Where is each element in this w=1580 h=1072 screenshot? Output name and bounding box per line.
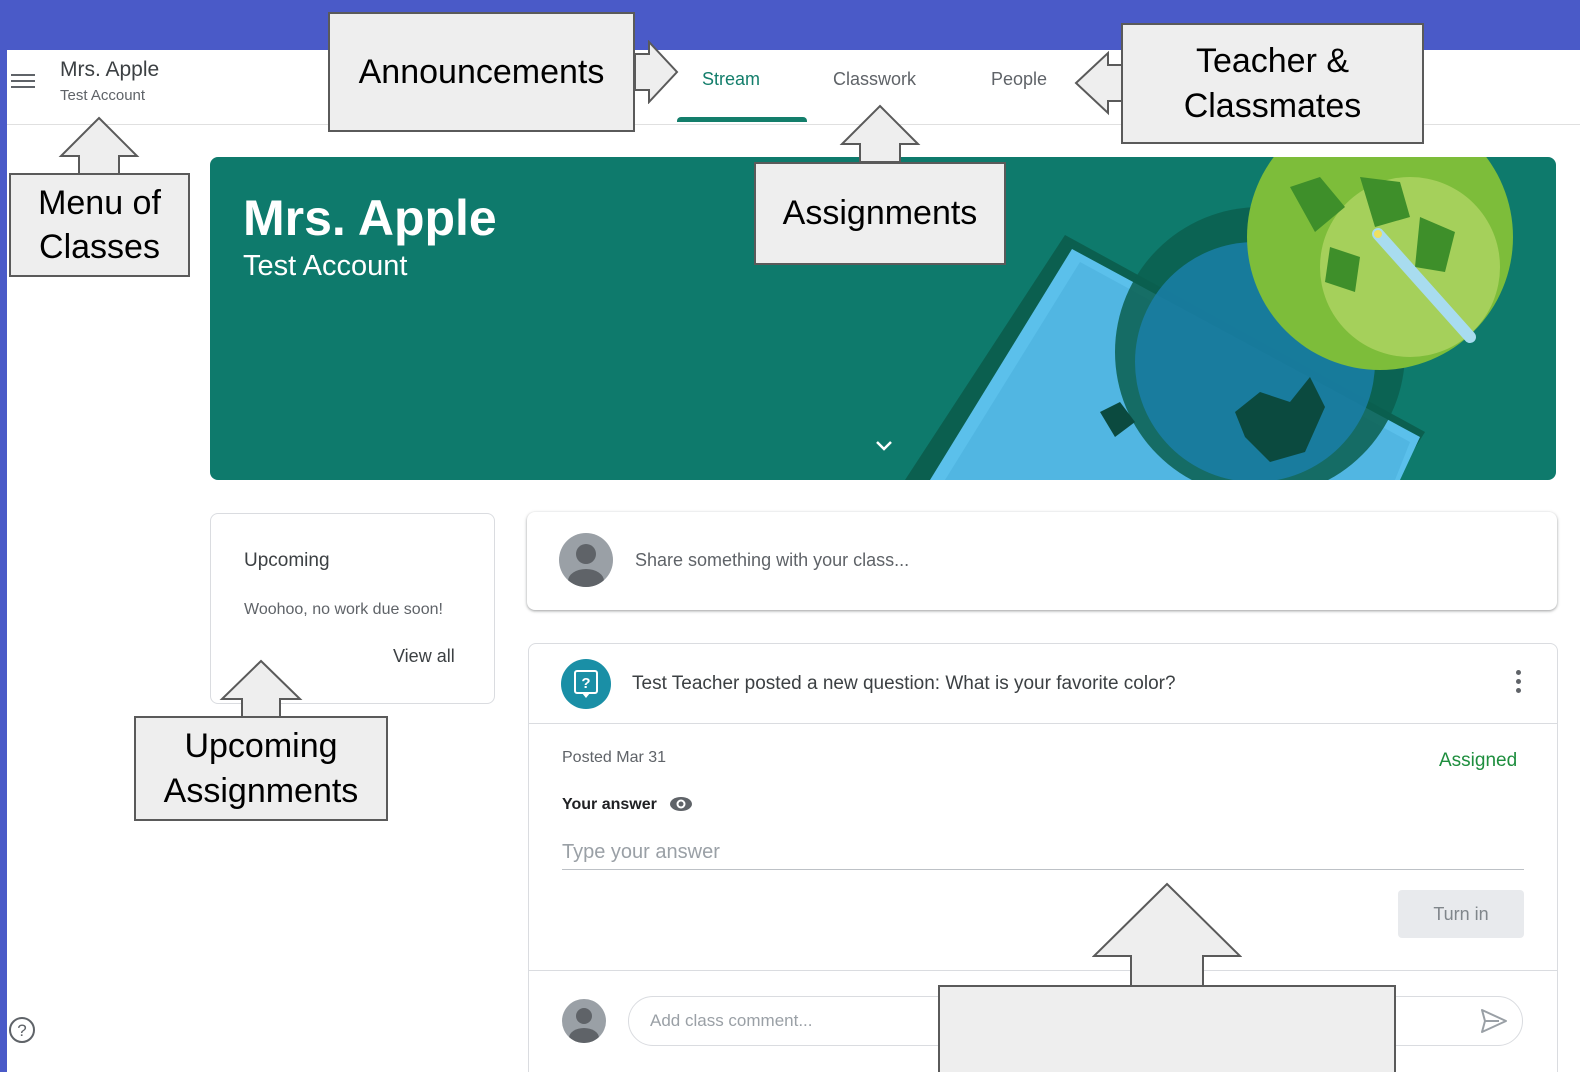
callout-blank	[938, 985, 1396, 1072]
callout-arrow-up	[58, 116, 140, 175]
upcoming-message: Woohoo, no work due soon!	[244, 601, 443, 618]
callout-upcoming-assignments: Upcoming Assignments	[134, 716, 388, 821]
callout-announcements: Announcements	[328, 12, 635, 132]
banner-subtitle: Test Account	[243, 250, 408, 282]
question-icon: ?	[561, 659, 611, 709]
tab-classwork[interactable]: Classwork	[833, 69, 916, 90]
send-icon[interactable]	[1479, 1007, 1509, 1035]
help-icon[interactable]: ?	[8, 1016, 36, 1044]
share-placeholder[interactable]: Share something with your class...	[635, 550, 909, 571]
more-vert-icon[interactable]	[1514, 670, 1524, 698]
turn-in-button[interactable]: Turn in	[1398, 890, 1524, 938]
callout-arrow-up	[839, 104, 921, 163]
view-all-link[interactable]: View all	[393, 646, 455, 667]
callout-arrow-up	[219, 659, 303, 718]
eye-icon	[670, 797, 692, 811]
answer-input[interactable]	[562, 836, 1524, 870]
callout-menu-of-classes: Menu of Classes	[9, 173, 190, 277]
callout-teacher-classmates: Teacher & Classmates	[1121, 23, 1424, 144]
banner-title: Mrs. Apple	[243, 190, 497, 246]
avatar-icon	[559, 533, 613, 587]
your-answer-label: Your answer	[562, 796, 657, 813]
callout-assignments: Assignments	[754, 162, 1006, 265]
active-tab-indicator	[677, 117, 807, 122]
svg-text:?: ?	[17, 1021, 26, 1040]
avatar-icon	[562, 999, 606, 1043]
divider	[529, 970, 1557, 971]
post-header[interactable]: ? Test Teacher posted a new question: Wh…	[529, 644, 1557, 724]
chevron-down-icon[interactable]	[873, 437, 895, 453]
class-name: Mrs. Apple	[60, 58, 160, 81]
callout-arrow-right	[634, 40, 679, 104]
class-section: Test Account	[60, 87, 146, 104]
upcoming-title: Upcoming	[244, 550, 330, 571]
callout-arrow-up	[1092, 882, 1242, 987]
menu-icon[interactable]	[9, 70, 37, 90]
post-title: Test Teacher posted a new question: What…	[632, 673, 1176, 694]
status-badge: Assigned	[1439, 750, 1518, 771]
callout-arrow-left	[1074, 50, 1123, 116]
share-box[interactable]: Share something with your class...	[527, 512, 1557, 610]
posted-date: Posted Mar 31	[562, 749, 667, 766]
tab-stream[interactable]: Stream	[702, 69, 760, 90]
svg-text:?: ?	[581, 675, 590, 692]
tab-people[interactable]: People	[991, 69, 1047, 90]
